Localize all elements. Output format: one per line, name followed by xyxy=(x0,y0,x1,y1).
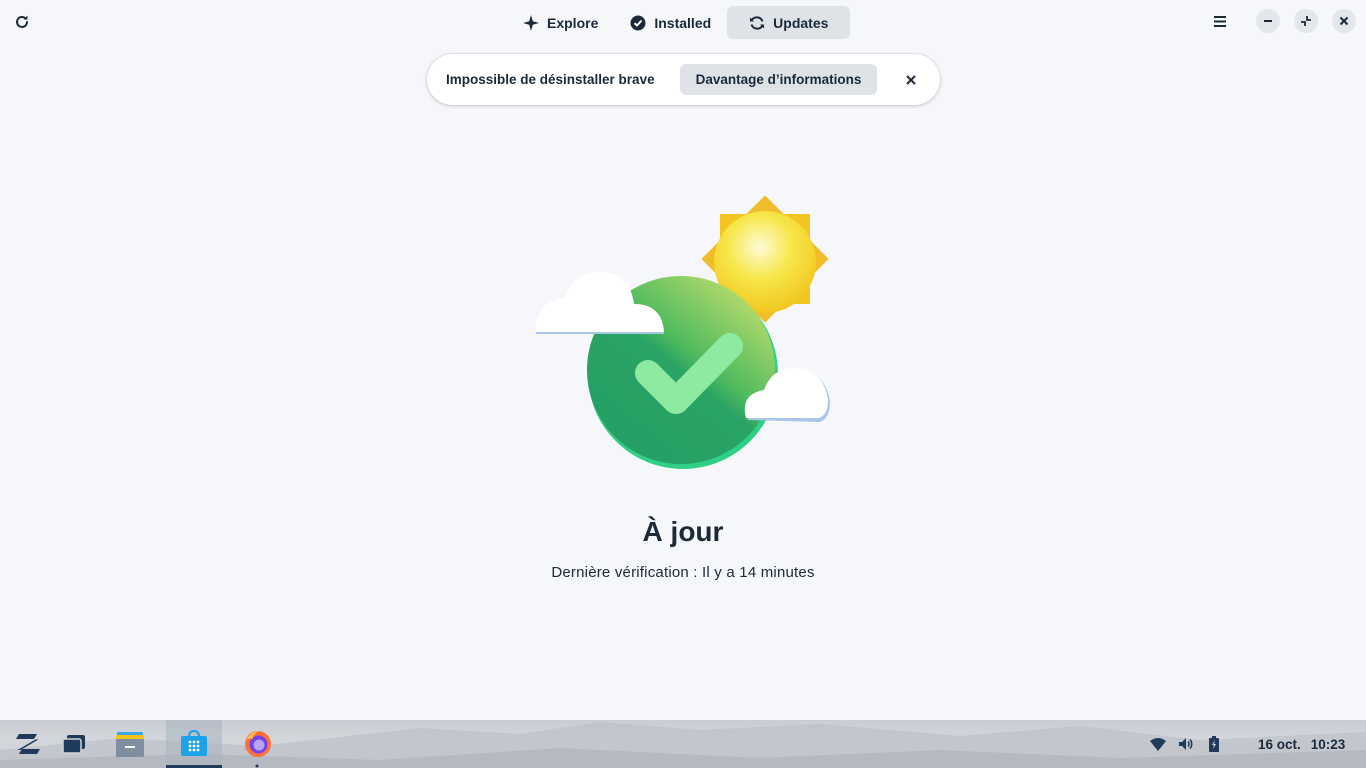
taskbar-software[interactable] xyxy=(166,720,222,768)
more-info-label: Davantage d’informations xyxy=(695,72,862,87)
taskbar-files[interactable] xyxy=(102,720,158,768)
close-icon xyxy=(906,74,917,85)
wifi-status[interactable] xyxy=(1144,720,1172,768)
check-circle-icon xyxy=(630,15,646,30)
firefox-icon xyxy=(245,731,271,757)
tab-explore-label: Explore xyxy=(547,14,599,31)
minimize-icon xyxy=(1264,20,1272,22)
taskbar-firefox[interactable] xyxy=(230,720,286,768)
tab-updates[interactable]: Updates xyxy=(727,6,851,39)
last-check-text: Dernière vérification : Il y a 14 minute… xyxy=(551,564,815,581)
hamburger-icon xyxy=(1214,15,1226,27)
toast-message: Impossible de désinstaller brave xyxy=(446,72,655,87)
status-title: À jour xyxy=(642,516,724,547)
up-to-date-illustration xyxy=(535,196,830,469)
battery-icon xyxy=(1209,736,1219,752)
minimize-button[interactable] xyxy=(1256,9,1280,33)
running-indicator xyxy=(255,764,259,768)
clock-time: 10:23 xyxy=(1310,736,1346,752)
tab-explore[interactable]: Explore xyxy=(507,6,614,39)
refresh-icon xyxy=(16,15,28,28)
more-info-button[interactable]: Davantage d’informations xyxy=(679,64,878,95)
volume-icon xyxy=(1179,738,1193,750)
sparkle-icon xyxy=(523,14,539,31)
view-switcher: Explore Installed Updates xyxy=(507,6,851,39)
tab-installed-label: Installed xyxy=(654,14,712,31)
toast-close-button[interactable] xyxy=(901,70,921,90)
restore-button[interactable] xyxy=(1294,9,1318,33)
close-icon xyxy=(1339,16,1349,26)
tab-updates-label: Updates xyxy=(773,14,829,31)
software-store-icon xyxy=(181,729,207,756)
zorin-logo-icon xyxy=(16,734,40,754)
battery-status[interactable] xyxy=(1200,720,1228,768)
wifi-icon xyxy=(1150,737,1166,751)
windows-icon xyxy=(62,735,85,754)
taskbar: 16 oct. 10:23 xyxy=(0,720,1366,768)
main-menu-button[interactable] xyxy=(1208,9,1232,33)
restore-icon xyxy=(1301,16,1311,26)
tab-installed[interactable]: Installed xyxy=(614,6,727,39)
clock-date: 16 oct. xyxy=(1258,736,1301,752)
taskbar-workspaces[interactable] xyxy=(46,720,102,768)
volume-status[interactable] xyxy=(1172,720,1200,768)
clock[interactable]: 16 oct. 10:23 xyxy=(1258,720,1345,768)
window-controls xyxy=(1208,9,1356,33)
error-toast: Impossible de désinstaller brave Davanta… xyxy=(427,54,940,105)
refresh-button[interactable] xyxy=(8,8,36,36)
file-cabinet-icon xyxy=(116,732,144,757)
header-bar: Explore Installed Updates xyxy=(0,0,1366,44)
close-window-button[interactable] xyxy=(1332,9,1356,33)
sync-icon xyxy=(750,15,765,30)
